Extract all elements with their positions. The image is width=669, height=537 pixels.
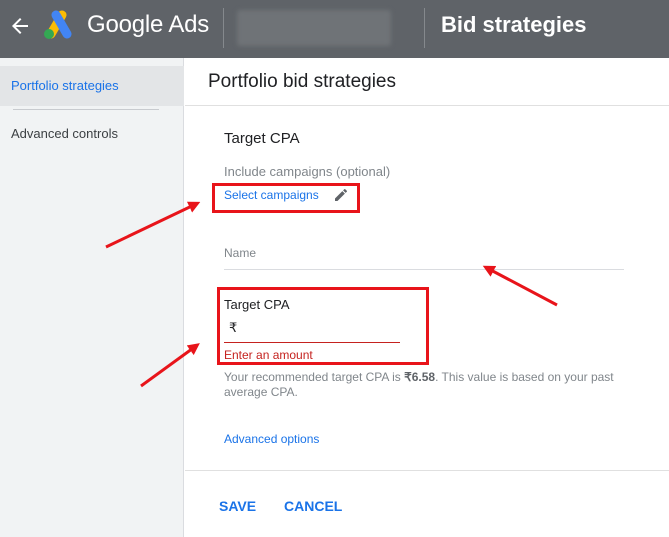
cancel-button[interactable]: CANCEL [284,498,342,514]
account-name-redacted[interactable] [237,10,391,46]
advanced-options-link[interactable]: Advanced options [224,432,319,446]
name-field[interactable]: Name [224,246,624,270]
divider [185,105,669,106]
google-ads-logo [44,10,72,39]
annotation-box-target-cpa [217,287,429,365]
strategy-type-heading: Target CPA [224,130,300,147]
save-button[interactable]: SAVE [219,498,256,514]
annotation-box-select-campaigns [212,183,360,213]
topbar-divider [223,8,224,48]
recommended-amount: ₹6.58 [404,370,436,384]
page-heading: Bid strategies [441,12,587,37]
recommendation-text: Your recommended target CPA is ₹6.58. Th… [224,370,624,400]
recommendation-prefix: Your recommended target CPA is [224,370,405,384]
sidebar-item-portfolio-strategies[interactable]: Portfolio strategies [0,66,184,106]
brand-name: Google Ads [87,11,210,38]
sidebar: Portfolio strategies Advanced controls [0,58,184,537]
sidebar-divider [13,109,159,110]
include-campaigns-label: Include campaigns (optional) [224,164,391,179]
sidebar-item-advanced-controls[interactable]: Advanced controls [11,126,118,141]
divider [185,470,669,471]
arrow-back-icon[interactable] [8,14,32,38]
topbar-divider [424,8,425,48]
sidebar-item-label: Portfolio strategies [11,78,119,93]
page-title: Portfolio bid strategies [208,71,396,92]
top-app-bar: Google Ads Bid strategies [0,0,669,58]
